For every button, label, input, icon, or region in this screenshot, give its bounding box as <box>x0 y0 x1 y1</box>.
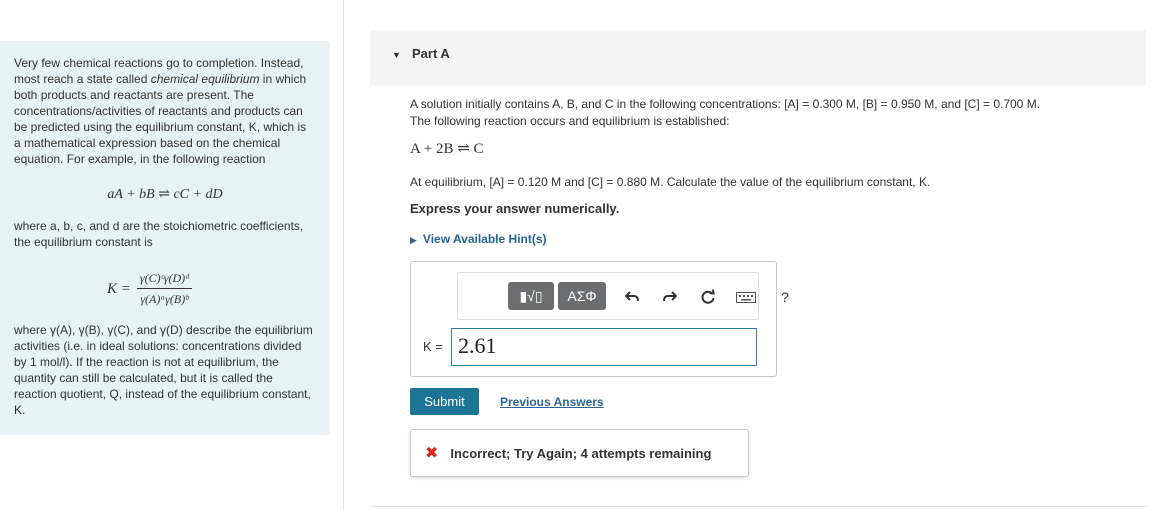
k-numerator: γ(C)ᶜγ(D)ᵈ <box>136 270 192 289</box>
previous-answers-link[interactable]: Previous Answers <box>500 395 604 409</box>
equilibrium-constant-formula: K = γ(C)ᶜγ(D)ᵈ γ(A)ᵃγ(B)ᵇ <box>107 270 316 307</box>
feedback-text: Incorrect; Try Again; 4 attempts remaini… <box>450 445 712 461</box>
submit-button[interactable]: Submit <box>410 388 479 415</box>
answer-input[interactable]: 2.61 <box>451 328 757 366</box>
templates-button[interactable]: ▮√▯ <box>508 282 554 310</box>
question-line-2: The following reaction occurs and equili… <box>410 114 730 128</box>
intro-panel: Very few chemical reactions go to comple… <box>0 41 330 435</box>
k-lhs: K = <box>107 280 131 297</box>
math-toolbar: ▮√▯ ΑΣΦ ? <box>457 272 789 320</box>
part-title: Part A <box>412 46 450 61</box>
answer-box: ▮√▯ ΑΣΦ ? K = 2.61 <box>410 261 789 377</box>
symbols-button[interactable]: ΑΣΦ <box>558 282 606 310</box>
hint-expand-icon: ▶ <box>410 235 417 245</box>
k-fraction: γ(C)ᶜγ(D)ᵈ γ(A)ᵃγ(B)ᵇ <box>136 270 192 307</box>
collapse-caret-icon[interactable]: ▼ <box>392 50 401 60</box>
instruction-text: Express your answer numerically. <box>410 201 620 216</box>
intro-paragraph-1: Very few chemical reactions go to comple… <box>14 55 316 167</box>
reset-icon[interactable] <box>697 286 719 308</box>
redo-icon[interactable] <box>659 286 681 308</box>
help-icon[interactable]: ? <box>774 286 796 308</box>
intro-paragraph-2: where a, b, c, and d are the stoichiomet… <box>14 219 304 249</box>
k-denominator: γ(A)ᵃγ(B)ᵇ <box>140 292 189 306</box>
reaction-equation: A + 2B ⇌ C <box>410 141 484 157</box>
answer-label: K = <box>423 339 443 354</box>
question-line-3: At equilibrium, [A] = 0.120 M and [C] = … <box>410 175 931 189</box>
incorrect-x-icon: ✖ <box>425 445 439 462</box>
general-equation: aA + bB ⇌ cC + dD <box>107 187 223 202</box>
intro-text-b: in which both products and reactants are… <box>14 72 307 166</box>
hints-label: View Available Hint(s) <box>422 232 547 246</box>
feedback-box: ✖ Incorrect; Try Again; 4 attempts remai… <box>410 429 749 477</box>
intro-paragraph-3: where γ(A), γ(B), γ(C), and γ(D) describ… <box>14 323 313 417</box>
column-divider <box>343 0 344 510</box>
question-line-1: A solution initially contains A, B, and … <box>410 97 1041 111</box>
intro-emphasis: chemical equilibrium <box>150 72 260 86</box>
bottom-divider <box>370 506 1146 507</box>
part-header[interactable]: ▼ Part A <box>370 30 1146 86</box>
keyboard-icon[interactable] <box>734 286 758 308</box>
view-hints-link[interactable]: ▶ View Available Hint(s) <box>410 231 547 248</box>
undo-icon[interactable] <box>621 286 643 308</box>
